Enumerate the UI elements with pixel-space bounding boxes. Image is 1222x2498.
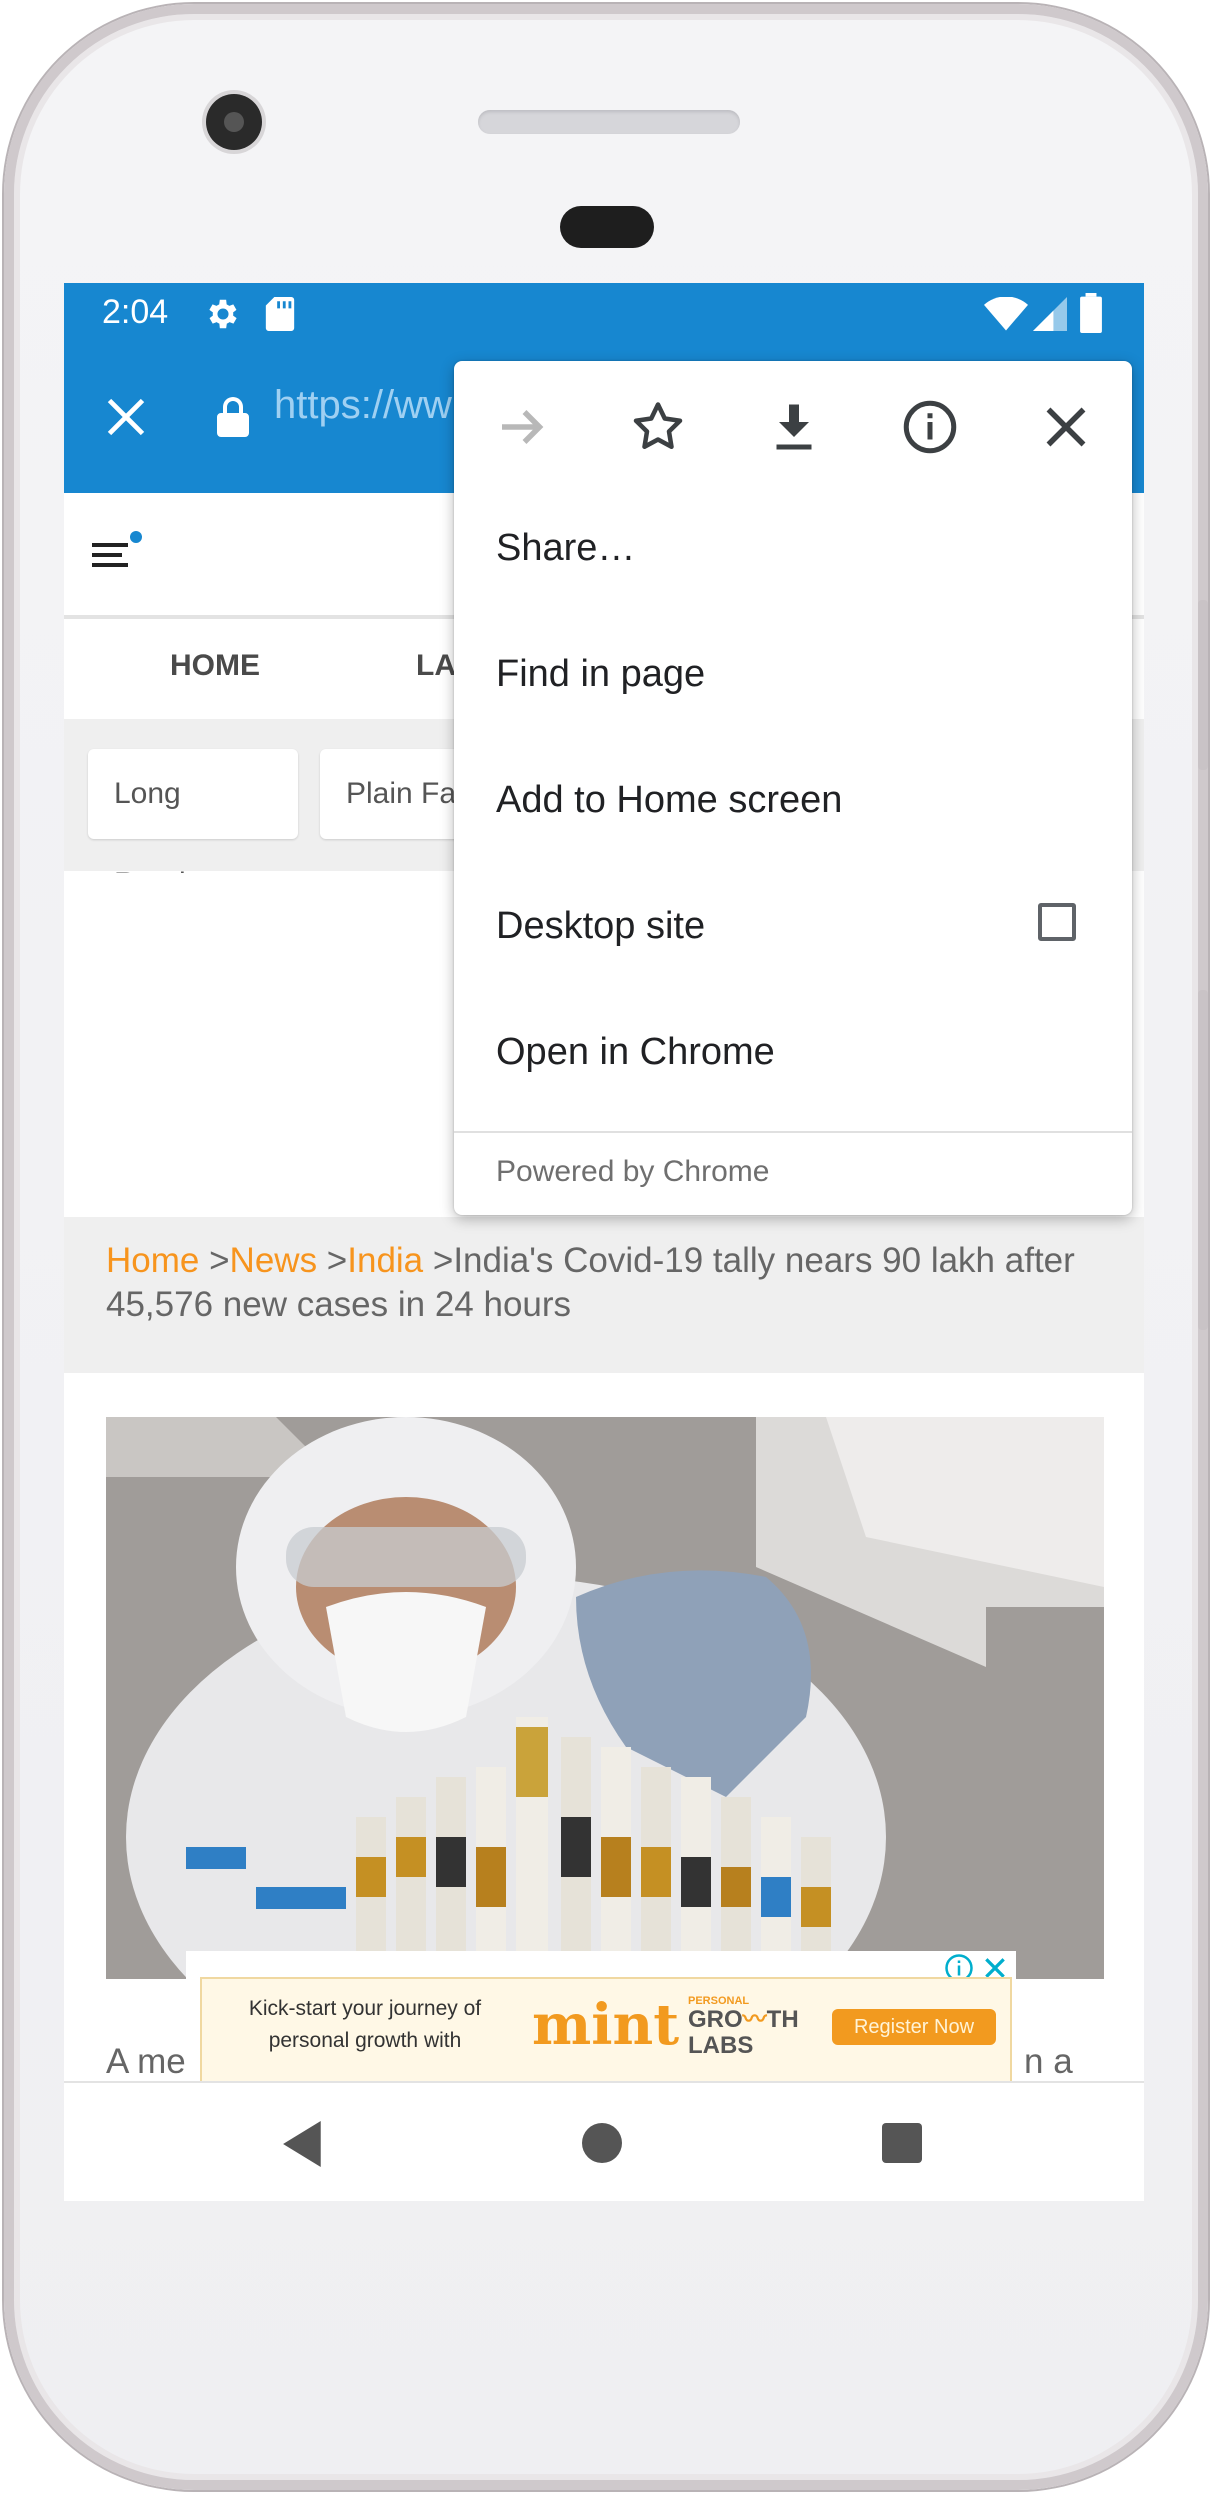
close-icon[interactable] (1036, 397, 1096, 457)
battery-icon (1080, 293, 1102, 333)
menu-footer: Powered by Chrome (496, 1155, 770, 1188)
info-icon[interactable] (900, 397, 960, 457)
volume-button (1198, 990, 1208, 1330)
status-time: 2:04 (102, 293, 169, 331)
settings-icon (209, 299, 237, 329)
desktop-site-checkbox[interactable] (1038, 903, 1076, 941)
ad-text: Kick-start your journey of personal grow… (248, 1997, 482, 2052)
nav-latest[interactable]: LA (416, 649, 456, 683)
download-icon[interactable] (764, 397, 824, 457)
front-camera (206, 94, 262, 150)
power-button (1198, 600, 1208, 770)
ad-register-button[interactable]: Register Now (832, 2009, 996, 2045)
proximity-sensor (560, 206, 654, 248)
cell-signal-icon (1033, 297, 1067, 331)
overflow-menu: Share… Find in page Add to Home screen D… (454, 361, 1132, 1215)
earpiece-speaker (478, 110, 740, 134)
system-nav-bar (64, 2081, 1144, 2201)
screen: 2:04 https://ww HOME LA Long Reads Plain… (64, 283, 1144, 2201)
lab-worker-illustration (106, 1417, 1104, 1979)
wifi-icon (984, 297, 1028, 331)
menu-desktop-site[interactable]: Desktop site (496, 905, 705, 948)
menu-find-in-page[interactable]: Find in page (496, 653, 705, 696)
article-photo (106, 1417, 1104, 1979)
ad-brand-logo: mint (532, 1992, 680, 2058)
hamburger-menu-icon[interactable] (92, 529, 142, 573)
back-icon[interactable] (282, 2121, 326, 2167)
menu-share[interactable]: Share… (496, 527, 635, 570)
status-bar: 2:04 (64, 283, 1144, 345)
url-text[interactable]: https://ww (274, 383, 452, 428)
home-icon[interactable] (582, 2123, 622, 2163)
nav-home[interactable]: HOME (170, 649, 260, 683)
close-tab-icon[interactable] (104, 395, 148, 439)
breadcrumb-india[interactable]: India (347, 1241, 423, 1280)
breadcrumb-home[interactable]: Home (106, 1241, 199, 1280)
menu-divider (454, 1131, 1132, 1133)
ad-growth-zigzag: 〰 (742, 2006, 767, 2033)
ad-banner[interactable]: Kick-start your journey of personal grow… (186, 1951, 1016, 2085)
recents-icon[interactable] (882, 2123, 922, 2163)
lock-icon (217, 397, 249, 437)
breadcrumb-news[interactable]: News (230, 1241, 318, 1280)
sd-card-icon (265, 297, 295, 331)
ad-creative: Kick-start your journey of personal grow… (200, 1977, 1012, 2085)
bookmark-star-icon[interactable] (628, 397, 688, 457)
caption-right: n a (1024, 2042, 1073, 2081)
ad-brand-sub: PERSONAL GRO〰TH LABS (688, 1995, 799, 2059)
menu-open-in-chrome[interactable]: Open in Chrome (496, 1031, 775, 1074)
chip-long-reads[interactable]: Long Reads (88, 749, 298, 900)
forward-icon[interactable] (492, 397, 552, 457)
breadcrumb: Home >News >India >India's Covid-19 tall… (64, 1217, 1144, 1373)
breadcrumb-text: Home >News >India >India's Covid-19 tall… (106, 1241, 1075, 1324)
menu-add-to-home-screen[interactable]: Add to Home screen (496, 779, 842, 822)
